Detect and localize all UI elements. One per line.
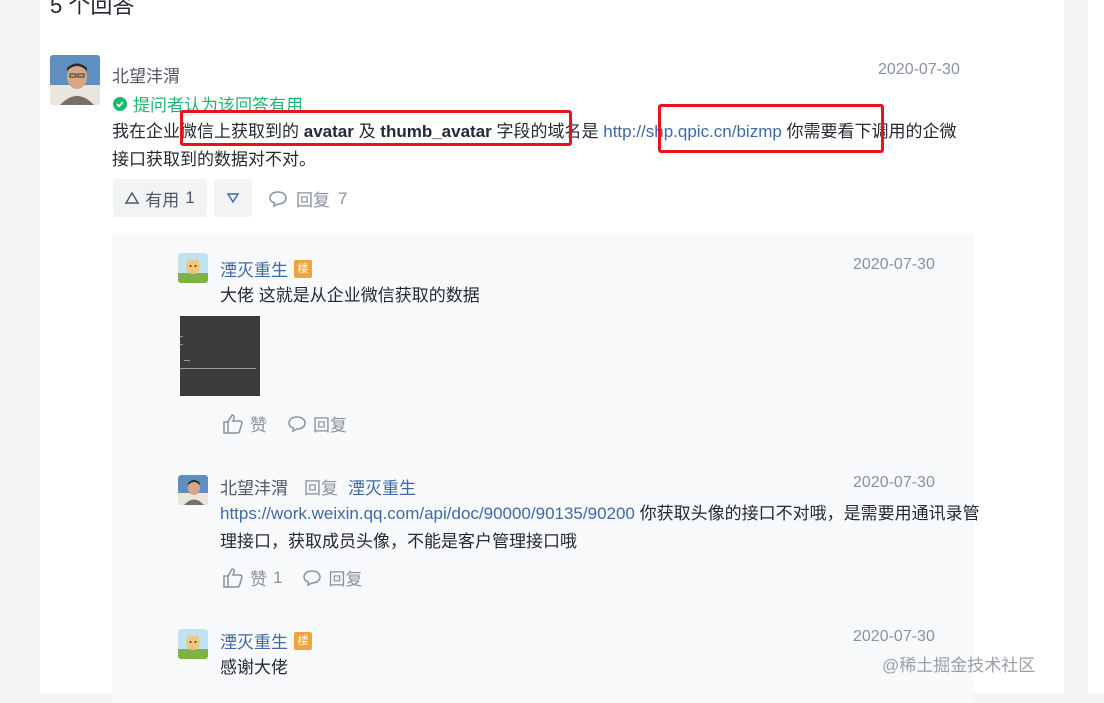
reply-date-2: 2020-07-30 [853, 474, 935, 491]
reply-actions-1: 赞 回复 [222, 411, 347, 436]
reply-author-name[interactable]: 北望沣渭 [220, 474, 288, 499]
reply-avatar-3[interactable] [178, 629, 208, 659]
comment-icon[interactable] [287, 415, 307, 433]
reply-avatar-2[interactable] [178, 475, 208, 505]
floor-owner-badge: 楼 [294, 259, 312, 278]
reply-date-3: 2020-07-30 [853, 628, 935, 645]
reply-link[interactable]: 回复 [313, 411, 347, 436]
reply-avatar-1[interactable] [178, 253, 208, 283]
reply-count: 7 [338, 188, 348, 208]
reply-author-1[interactable]: 湮灭重生 楼 [220, 256, 312, 281]
upvote-count: 1 [185, 188, 195, 207]
thumbs-up-icon[interactable] [222, 413, 244, 435]
like-label[interactable]: 赞 [250, 565, 267, 590]
reply-text-1: 大佬 这就是从企业微信获取的数据 [220, 286, 480, 305]
answer-date: 2020-07-30 [878, 61, 960, 78]
reply-screenshot-image[interactable] [180, 316, 260, 396]
reply-author-3[interactable]: 湮灭重生 楼 [220, 628, 312, 653]
reply-author-name[interactable]: 湮灭重生 [220, 256, 288, 281]
comment-icon [269, 190, 287, 207]
reply-author-name[interactable]: 湮灭重生 [220, 628, 288, 653]
triangle-down-icon [227, 193, 239, 203]
like-label[interactable]: 赞 [250, 411, 267, 436]
downvote-button[interactable] [214, 179, 252, 217]
reply-date-1: 2020-07-30 [853, 256, 935, 273]
reply-text-3: 感谢大佬 [220, 658, 288, 677]
upvote-label: 有用 [145, 190, 180, 210]
site-watermark: @稀土掘金技术社区 [882, 656, 1036, 675]
author-name[interactable]: 北望沣渭 [112, 62, 180, 87]
reply-text-2: https://work.weixin.qq.com/api/doc/90000… [220, 500, 990, 556]
check-circle-icon [113, 96, 127, 111]
reply-to-user[interactable]: 湮灭重生 [348, 474, 416, 499]
answers-count-heading: 5 个回答 [50, 0, 135, 18]
reply-to-label: 回复 [304, 479, 338, 498]
highlight-box-domain [658, 104, 884, 153]
author-avatar[interactable] [50, 55, 100, 105]
api-doc-link[interactable]: https://work.weixin.qq.com/api/doc/90000… [220, 504, 635, 523]
reply-link[interactable]: 回复 [328, 565, 362, 590]
reply-button[interactable]: 回复 7 [268, 186, 347, 211]
thumbs-up-icon[interactable] [222, 567, 244, 589]
reply-label: 回复 [296, 191, 330, 210]
right-sidebar [1088, 0, 1104, 693]
triangle-up-icon [125, 192, 140, 204]
floor-owner-badge: 楼 [294, 631, 312, 650]
comment-icon[interactable] [302, 569, 322, 587]
reply-actions-2: 赞 1 回复 [222, 565, 362, 590]
upvote-button[interactable]: 有用 1 [113, 179, 207, 217]
highlight-box-fields [180, 110, 572, 146]
like-count: 1 [273, 567, 283, 587]
reply-author-2: 北望沣渭 回复 湮灭重生 [220, 474, 416, 499]
